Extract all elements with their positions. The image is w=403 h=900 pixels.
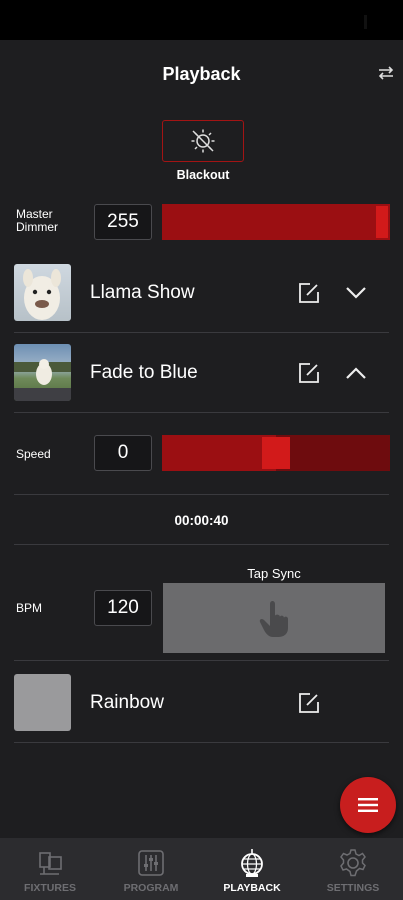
divider	[14, 544, 389, 545]
blackout-button[interactable]	[162, 120, 244, 162]
status-indicator	[364, 15, 367, 29]
master-dimmer-slider[interactable]	[162, 204, 390, 240]
edit-icon[interactable]	[296, 280, 322, 306]
menu-fab-button[interactable]	[340, 777, 396, 833]
tap-sync-button[interactable]	[163, 583, 385, 653]
tap-hand-icon	[259, 601, 288, 637]
nav-program[interactable]: PROGRAM	[101, 838, 201, 900]
nav-fixtures-label: FIXTURES	[24, 882, 76, 894]
swap-icon[interactable]	[377, 64, 395, 82]
divider	[14, 742, 389, 743]
elapsed-timer: 00:00:40	[174, 513, 229, 528]
divider	[14, 660, 389, 661]
nav-program-label: PROGRAM	[123, 882, 179, 894]
master-label-line2: Dimmer	[16, 220, 58, 234]
master-dimmer-value[interactable]: 255	[94, 204, 152, 240]
fade-to-blue-thumbnail	[14, 344, 71, 401]
show-name-fade: Fade to Blue	[90, 362, 198, 383]
edit-icon[interactable]	[296, 690, 322, 716]
master-dimmer-handle[interactable]	[376, 206, 388, 238]
header: Playback	[0, 40, 403, 108]
show-name-llama: Llama Show	[90, 282, 195, 303]
speed-handle[interactable]	[262, 437, 290, 469]
bpm-label: BPM	[16, 601, 43, 615]
divider	[14, 332, 389, 333]
tap-sync-label: Tap Sync	[247, 566, 301, 581]
disco-ball-icon	[241, 849, 263, 877]
blackout-icon	[191, 129, 215, 153]
divider	[14, 494, 389, 495]
chevron-up-icon[interactable]	[343, 360, 369, 386]
nav-fixtures[interactable]: FIXTURES	[0, 838, 100, 900]
chevron-down-icon[interactable]	[343, 280, 369, 306]
speed-value[interactable]: 0	[94, 435, 152, 471]
edit-icon[interactable]	[296, 360, 322, 386]
nav-playback-label: PLAYBACK	[223, 882, 281, 894]
nav-playback[interactable]: PLAYBACK	[202, 838, 302, 900]
bpm-value[interactable]: 120	[94, 590, 152, 626]
sliders-icon	[138, 850, 164, 876]
status-bar	[0, 0, 403, 40]
nav-settings[interactable]: SETTINGS	[303, 838, 403, 900]
menu-icon	[358, 798, 378, 812]
llama-show-thumbnail	[14, 264, 71, 321]
bottom-nav: FIXTURES PROGRAM PLAYBACK SETTINGS	[0, 838, 403, 900]
nav-settings-label: SETTINGS	[326, 882, 380, 894]
master-dimmer-label: Master Dimmer	[16, 208, 58, 234]
speed-label: Speed	[16, 447, 51, 461]
divider	[14, 412, 389, 413]
speed-slider[interactable]	[162, 435, 390, 471]
gear-icon	[340, 849, 366, 877]
fixture-icon	[39, 852, 62, 875]
rainbow-thumbnail	[14, 674, 71, 731]
page-title: Playback	[162, 64, 241, 84]
blackout-label: Blackout	[176, 168, 230, 182]
show-name-rainbow: Rainbow	[90, 692, 164, 713]
